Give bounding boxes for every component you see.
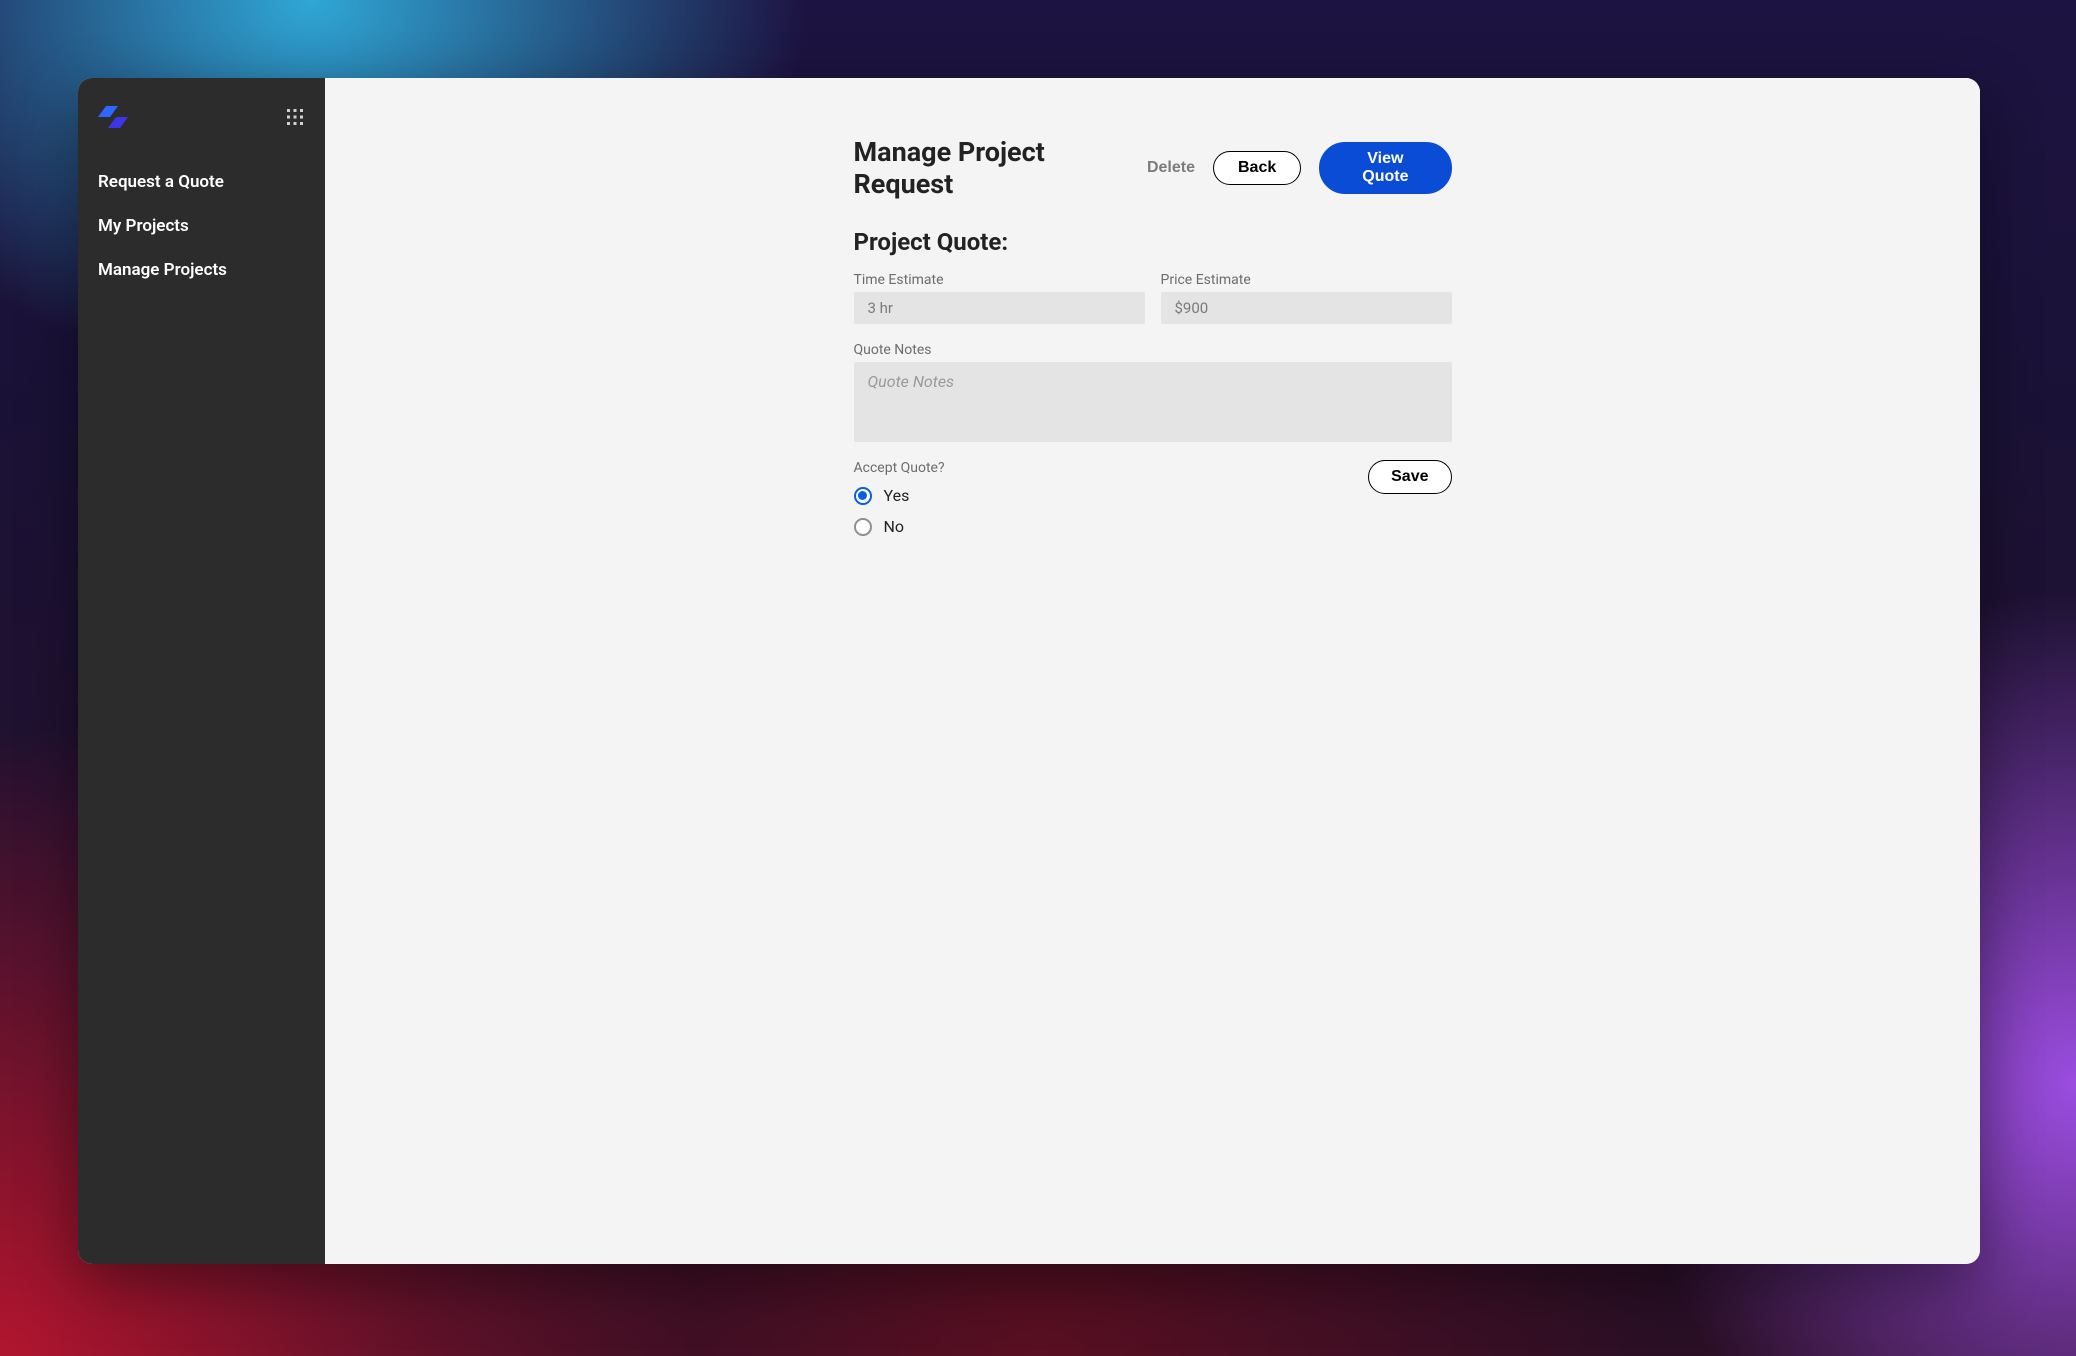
estimate-row: Time Estimate Price Estimate <box>854 272 1452 324</box>
view-quote-button[interactable]: View Quote <box>1319 142 1451 194</box>
radio-icon <box>854 487 872 505</box>
page-header: Manage Project Request Delete Back View … <box>854 136 1452 200</box>
content: Manage Project Request Delete Back View … <box>854 136 1452 1264</box>
app-window: Request a Quote My Projects Manage Proje… <box>78 78 1980 1264</box>
main-area: Manage Project Request Delete Back View … <box>325 78 1980 1264</box>
quote-notes-label: Quote Notes <box>854 342 1452 358</box>
grid-icon <box>287 109 303 125</box>
time-estimate-input[interactable] <box>854 292 1145 324</box>
time-estimate-field: Time Estimate <box>854 272 1145 324</box>
delete-button[interactable]: Delete <box>1147 159 1195 177</box>
price-estimate-input[interactable] <box>1161 292 1452 324</box>
accept-row: Accept Quote? Yes No Save <box>854 460 1452 548</box>
quote-notes-input[interactable] <box>854 362 1452 442</box>
accept-yes-label: Yes <box>884 486 910 505</box>
sidebar-item-request-quote[interactable]: Request a Quote <box>98 162 305 202</box>
radio-icon <box>854 518 872 536</box>
accept-left: Accept Quote? Yes No <box>854 460 945 548</box>
quote-notes-field: Quote Notes <box>854 342 1452 442</box>
accept-quote-label: Accept Quote? <box>854 460 945 476</box>
save-button[interactable]: Save <box>1368 460 1451 494</box>
logo-icon <box>98 106 128 128</box>
sidebar-top <box>98 102 305 132</box>
time-estimate-label: Time Estimate <box>854 272 1145 288</box>
price-estimate-field: Price Estimate <box>1161 272 1452 324</box>
page-title: Manage Project Request <box>854 136 1147 200</box>
sidebar-item-my-projects[interactable]: My Projects <box>98 206 305 246</box>
sidebar-nav: Request a Quote My Projects Manage Proje… <box>98 162 305 290</box>
price-estimate-label: Price Estimate <box>1161 272 1452 288</box>
apps-menu-button[interactable] <box>285 107 305 127</box>
header-actions: Delete Back View Quote <box>1147 142 1452 194</box>
sidebar: Request a Quote My Projects Manage Proje… <box>78 78 325 1264</box>
accept-yes-option[interactable]: Yes <box>854 486 945 505</box>
back-button[interactable]: Back <box>1213 151 1301 185</box>
sidebar-item-manage-projects[interactable]: Manage Projects <box>98 250 305 290</box>
accept-no-label: No <box>884 517 905 536</box>
section-title: Project Quote: <box>854 228 1452 256</box>
app-logo[interactable] <box>98 102 128 132</box>
accept-no-option[interactable]: No <box>854 517 945 536</box>
